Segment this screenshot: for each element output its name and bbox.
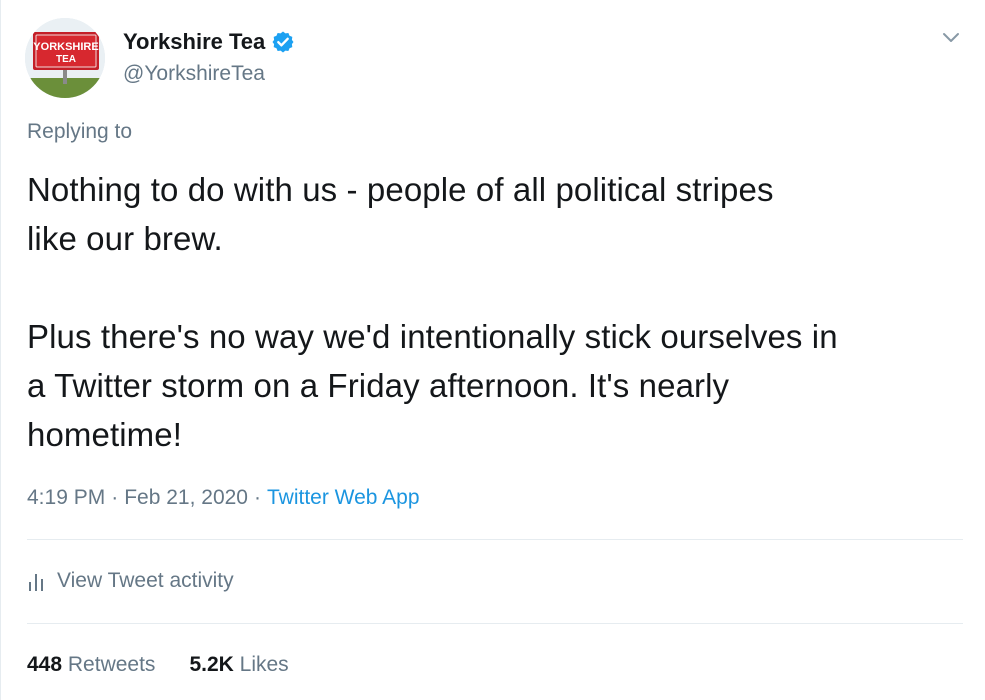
author-name-row[interactable]: Yorkshire Tea (123, 28, 295, 56)
verified-badge-icon (271, 30, 295, 54)
tweet-text: Nothing to do with us - people of all po… (27, 171, 838, 453)
retweets-count: 448 (27, 653, 63, 676)
left-border (0, 0, 1, 700)
tweet-detail: YORKSHIRE TEA Yorkshire Tea @YorkshireTe… (0, 0, 985, 700)
meta-separator: · (111, 486, 119, 509)
logo-text-line2: TEA (56, 54, 76, 65)
divider-top (27, 539, 963, 540)
chevron-down-icon[interactable] (938, 24, 964, 50)
tweet-source-link[interactable]: Twitter Web App (267, 486, 420, 509)
divider-bottom (27, 623, 963, 624)
user-handle[interactable]: @YorkshireTea (123, 60, 265, 88)
retweets-label: Retweets (67, 653, 156, 676)
replying-to-label: Replying to (27, 120, 133, 143)
logo-text-line1: YORKSHIRE (33, 41, 98, 53)
display-name[interactable]: Yorkshire Tea (123, 28, 265, 56)
view-tweet-activity-label: View Tweet activity (57, 569, 234, 592)
likes-stat[interactable]: 5.2K Likes (189, 651, 288, 679)
tweet-date[interactable]: Feb 21, 2020 (124, 486, 248, 509)
yorkshire-tea-logo-icon: YORKSHIRE TEA (25, 18, 105, 98)
view-tweet-activity-button[interactable]: View Tweet activity (27, 567, 234, 595)
bar-chart-icon (29, 574, 43, 591)
avatar[interactable]: YORKSHIRE TEA (25, 18, 105, 98)
meta-separator-2: · (253, 486, 261, 509)
tweet-meta: 4:19 PM · Feb 21, 2020 · Twitter Web App (27, 484, 420, 512)
likes-count: 5.2K (189, 653, 234, 676)
tweet-time[interactable]: 4:19 PM (27, 486, 105, 509)
tweet-stats: 448 Retweets 5.2K Likes (27, 651, 289, 679)
retweets-stat[interactable]: 448 Retweets (27, 651, 155, 679)
likes-label: Likes (239, 653, 289, 676)
